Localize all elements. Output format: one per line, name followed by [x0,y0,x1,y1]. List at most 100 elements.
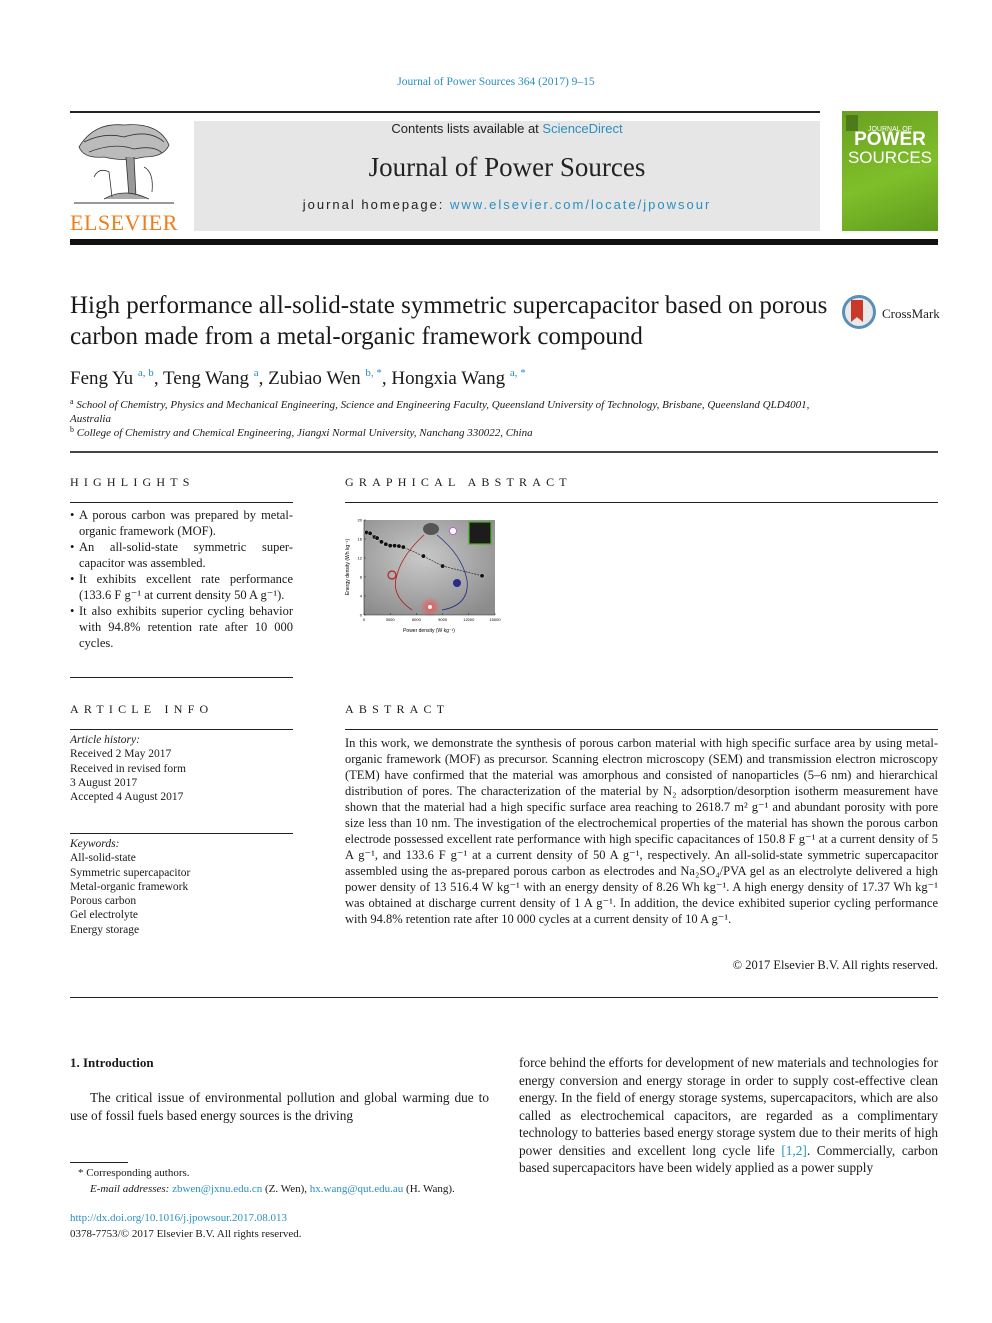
author-name[interactable]: Teng Wang [163,368,249,389]
data-point [420,553,426,559]
data-point [396,543,402,549]
affiliation-b: b College of Chemistry and Chemical Engi… [70,423,830,440]
contents-line: Contents lists available at ScienceDirec… [194,121,820,137]
bullet-icon: • [70,572,75,586]
x-tick-label: 9000 [438,617,448,622]
article-info-heading: ARTICLE INFO [70,702,214,716]
elsevier-logo[interactable]: ELSEVIER [70,117,190,234]
email-label: E-mail addresses: [90,1182,173,1195]
corresponding-authors-note: * Corresponding authors. [78,1167,190,1179]
email-link[interactable]: zbwen@jxnu.edu.cn [172,1183,262,1195]
author-name[interactable]: Zubiao Wen [268,368,361,389]
doi-block: http://dx.doi.org/10.1016/j.jpowsour.201… [70,1211,302,1242]
x-tick-label: 6000 [412,617,422,622]
highlight-item: • It exhibits excellent rate performance … [70,572,293,602]
abstract-heading: ABSTRACT [345,702,450,716]
affiliation-text: School of Chemistry, Physics and Mechani… [70,399,810,425]
author-affil-marks[interactable]: b, * [365,367,382,379]
bullet-icon: • [70,540,75,554]
journal-masthead: Contents lists available at ScienceDirec… [194,121,820,231]
front-matter-bottom-rule [70,997,938,998]
y-tick-label: 8 [360,575,363,580]
affiliation-text: College of Chemistry and Chemical Engine… [76,427,533,439]
y-tick-label: 16 [358,537,363,542]
email-link[interactable]: hx.wang@qut.edu.au [310,1183,404,1195]
email-addresses: E-mail addresses: zbwen@jxnu.edu.cn (Z. … [78,1182,455,1198]
data-point [374,535,380,541]
author-separator: , [258,368,269,389]
article-history: Article history: Received 2 May 2017 Rec… [70,733,293,804]
highlights-rule [70,502,293,503]
affiliation-mark: a [70,397,74,406]
highlight-item: • A porous carbon was prepared by metal-o… [70,508,293,538]
author-affil-marks[interactable]: a, b [138,367,154,379]
running-head[interactable]: Journal of Power Sources 364 (2017) 9–15 [0,76,992,88]
cover-title-sources: SOURCES [847,148,933,167]
crossmark-button[interactable]: CrossMark [842,295,942,335]
sciencedirect-link[interactable]: ScienceDirect [542,121,622,136]
corresponding-footnote: * Corresponding authors. E-mail addresse… [78,1166,455,1197]
history-entry: 3 August 2017 [70,776,138,789]
history-entry: Received in revised form [70,762,186,775]
keyword: Metal-organic framework [70,880,189,893]
keyword: All-solid-state [70,852,136,865]
author-separator: , [153,368,163,389]
abstract-rule [345,729,938,730]
graphical-abstract-rule [345,502,938,503]
crossmark-label: CrossMark [882,306,940,321]
journal-title: Journal of Power Sources [368,152,646,182]
email-owner: (Z. Wen), [262,1182,310,1195]
elsevier-tree-icon [74,117,174,205]
author-name[interactable]: Feng Yu [70,368,133,389]
data-point [379,539,384,545]
author-affil-marks[interactable]: a, * [510,367,526,379]
homepage-prefix: journal homepage: [302,197,451,212]
bullet-icon: • [70,604,75,618]
keyword: Symmetric supercapacitor [70,866,191,879]
keyword: Energy storage [70,923,140,936]
doi-link[interactable]: http://dx.doi.org/10.1016/j.jpowsour.201… [70,1211,302,1227]
header-thick-rule [70,239,938,245]
data-point [440,563,446,569]
data-point [383,541,389,547]
homepage-link[interactable]: www.elsevier.com/locate/jpowsour [450,197,711,212]
keywords-rule [70,833,293,834]
author-name[interactable]: Hongxia Wang [391,368,505,389]
data-point [367,530,373,536]
affiliation-a: a School of Chemistry, Physics and Mecha… [70,395,830,426]
data-point [479,573,485,579]
y-tick-label: 4 [360,594,363,599]
journal-cover-image[interactable]: JOURNAL OF POWER SOURCES [842,111,938,231]
history-entry: Received 2 May 2017 [70,748,172,761]
keywords: Keywords: All-solid-state Symmetric supe… [70,837,293,937]
cover-title-power: POWER [854,129,926,150]
data-point [387,543,393,549]
highlights-bottom-rule [70,677,293,678]
x-tick-label: 0 [363,617,366,622]
elsevier-wordmark: ELSEVIER [70,210,178,235]
homepage-line: journal homepage: www.elsevier.com/locat… [194,197,820,212]
y-tick-label: 12 [358,556,363,561]
author-separator: , [381,368,392,389]
data-point [400,544,406,550]
keyword: Gel electrolyte [70,909,139,922]
contents-prefix: Contents lists available at [391,121,543,136]
author-list: Feng Yu a, b, Teng Wang a, Zubiao Wen b,… [70,360,526,392]
highlight-item: • It also exhibits superior cycling behav… [70,604,293,650]
keywords-label: Keywords: [70,838,120,850]
footnote-rule [70,1162,128,1163]
y-axis-label: Energy density (Wh kg⁻¹) [345,539,351,596]
introduction-heading: 1. Introduction [70,1055,154,1070]
bullet-icon: • [70,508,75,522]
graphical-abstract-chart[interactable]: 0 3000 6000 9000 12000 15000048121620 Energy … [342,515,507,640]
highlight-item: • An all-solid-state symmetric super-capa… [70,540,293,570]
introduction-paragraph: The critical issue of environmental poll… [70,1090,489,1123]
abstract-text: In this work, we demonstrate the synthes… [345,736,938,926]
x-tick-label: 3000 [386,617,396,622]
x-axis-label: Power density (W kg⁻¹) [403,628,455,634]
affiliation-mark: b [70,425,74,434]
email-owner: (H. Wang). [403,1182,455,1195]
article-history-label: Article history: [70,734,140,746]
x-tick-label: 15000 [489,617,501,622]
citation-link[interactable]: [1,2] [781,1143,806,1158]
